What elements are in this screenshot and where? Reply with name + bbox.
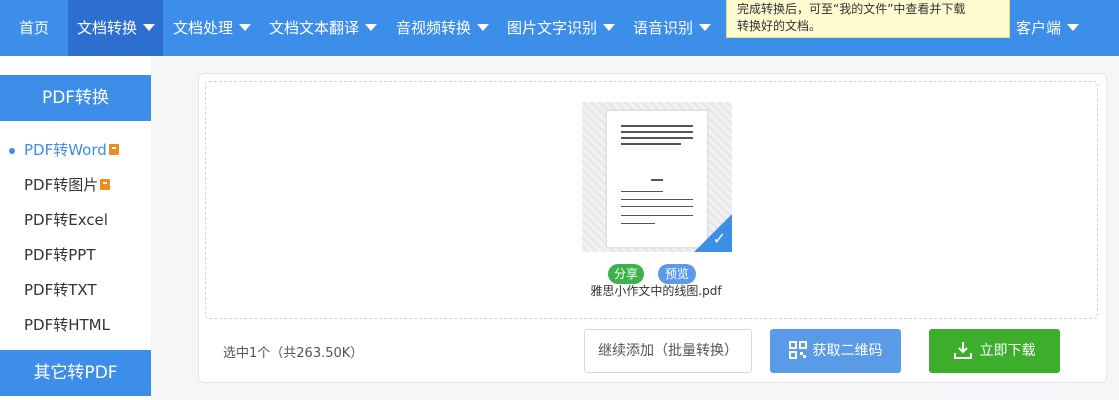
tooltip-line-1: 完成转换后，可至“我的文件”中查看并下载: [737, 2, 966, 16]
get-qrcode-button[interactable]: 获取二维码: [770, 329, 901, 373]
chevron-down-icon: [143, 23, 156, 31]
nav-client-label: 客户端: [1016, 19, 1062, 37]
nav-av-convert-label: 音视频转换: [396, 19, 472, 37]
new-badge-icon: [100, 178, 111, 190]
tooltip-line-2: 转换好的文档。: [737, 19, 822, 33]
sidebar-item-label: PDF转图片: [24, 176, 99, 194]
sidebar-item-pdf-to-excel[interactable]: PDF转Excel: [0, 203, 151, 238]
chevron-down-icon: [603, 23, 616, 31]
nav-doc-translate[interactable]: 文档文本翻译: [269, 0, 378, 56]
chevron-down-icon: [239, 23, 252, 31]
chevron-down-icon: [699, 23, 712, 31]
nav-home[interactable]: 首页: [19, 0, 49, 56]
sidebar-item-label: PDF转TXT: [24, 281, 97, 299]
nav-doc-convert[interactable]: 文档转换: [68, 0, 163, 56]
sidebar-heading-other[interactable]: 其它转PDF: [0, 350, 151, 396]
sidebar-item-label: PDF转Word: [24, 141, 107, 159]
nav-av-convert[interactable]: 音视频转换: [396, 0, 490, 56]
get-qrcode-label: 获取二维码: [812, 343, 883, 359]
sidebar-item-label: PDF转PPT: [24, 246, 96, 264]
tooltip: 完成转换后，可至“我的文件”中查看并下载 转换好的文档。: [726, 0, 1010, 38]
new-badge-icon: [108, 143, 119, 155]
nav-speech[interactable]: 语音识别: [633, 0, 712, 56]
nav-doc-translate-label: 文档文本翻译: [269, 19, 360, 37]
chevron-down-icon: [365, 23, 378, 31]
chevron-down-icon: [1067, 23, 1080, 31]
sidebar-heading: PDF转换: [0, 75, 151, 121]
share-button[interactable]: 分享: [608, 264, 644, 284]
sidebar-item-pdf-to-html[interactable]: PDF转HTML: [0, 308, 151, 343]
file-name: 雅思小作文中的线图.pdf: [590, 284, 722, 298]
preview-button[interactable]: 预览: [658, 264, 696, 284]
nav-doc-process-label: 文档处理: [173, 19, 234, 37]
sidebar-item-pdf-to-txt[interactable]: PDF转TXT: [0, 273, 151, 308]
sidebar: PDF转换 PDF转Word PDF转图片 PDF转Excel PDF转PPT …: [0, 56, 151, 400]
file-dropzone[interactable]: ✓ 分享 预览 雅思小作文中的线图.pdf: [205, 81, 1098, 319]
check-icon: ✓: [712, 229, 726, 248]
nav-ocr-label: 图片文字识别: [507, 19, 598, 37]
sidebar-item-label: PDF转HTML: [24, 316, 110, 334]
download-label: 立即下载: [979, 343, 1036, 359]
nav-speech-label: 语音识别: [633, 19, 694, 37]
qrcode-icon: [788, 340, 807, 359]
page-edge: [1107, 56, 1119, 400]
continue-add-button[interactable]: 继续添加（批量转换）: [584, 329, 752, 373]
file-thumbnail[interactable]: ✓: [582, 102, 732, 252]
nav-doc-process[interactable]: 文档处理: [173, 0, 252, 56]
download-icon: [953, 341, 972, 359]
nav-doc-convert-label: 文档转换: [77, 19, 138, 37]
sidebar-item-pdf-to-image[interactable]: PDF转图片: [0, 168, 151, 203]
sidebar-item-pdf-to-ppt[interactable]: PDF转PPT: [0, 238, 151, 273]
nav-client[interactable]: 客户端: [1016, 0, 1080, 56]
conversion-panel: ✓ 分享 预览 雅思小作文中的线图.pdf 选中1个（共263.50K） 继续添…: [198, 73, 1107, 383]
active-dot-icon: [9, 148, 15, 154]
nav-home-label: 首页: [19, 19, 50, 37]
nav-ocr[interactable]: 图片文字识别: [507, 0, 616, 56]
pdf-page-preview: [606, 110, 708, 248]
selection-count: 选中1个（共263.50K）: [223, 346, 364, 361]
sidebar-item-pdf-to-word[interactable]: PDF转Word: [0, 133, 151, 168]
sidebar-item-label: PDF转Excel: [24, 211, 108, 229]
download-button[interactable]: 立即下载: [929, 329, 1060, 373]
chevron-down-icon: [477, 23, 490, 31]
